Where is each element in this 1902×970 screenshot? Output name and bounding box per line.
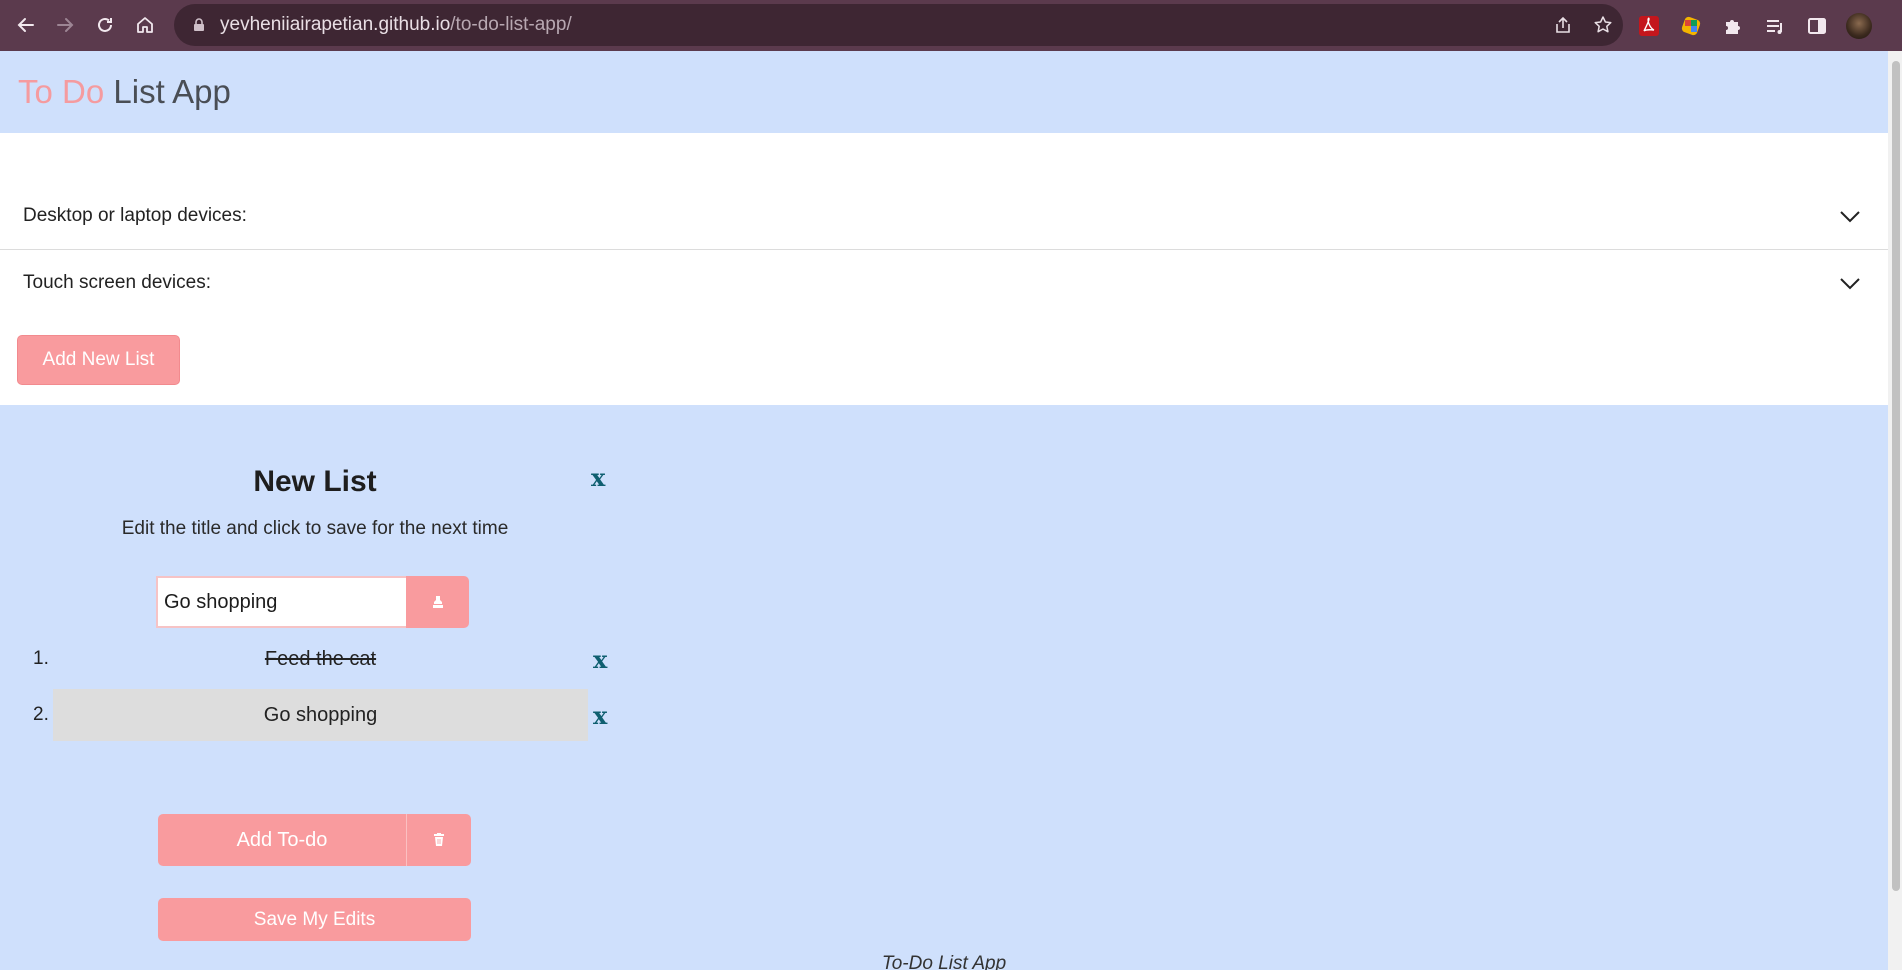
accordion-desktop[interactable]: Desktop or laptop devices: bbox=[0, 183, 1888, 250]
url-text: yevheniiairapetian.github.io/to-do-list-… bbox=[220, 14, 572, 36]
todo-actions: Add To-do bbox=[158, 814, 471, 866]
color-extension-icon[interactable] bbox=[1678, 13, 1704, 39]
accordion-label: Desktop or laptop devices: bbox=[23, 205, 247, 226]
extensions-bar bbox=[1636, 0, 1872, 51]
reload-button[interactable] bbox=[90, 10, 120, 40]
todo-number: 1. bbox=[33, 648, 49, 669]
stamp-icon bbox=[432, 596, 443, 608]
add-todo-button[interactable]: Add To-do bbox=[158, 814, 407, 866]
todo-text-done[interactable]: Feed the cat bbox=[53, 633, 588, 685]
add-new-list-button[interactable]: Add New List bbox=[17, 335, 180, 385]
lock-icon bbox=[194, 18, 204, 31]
save-title-button[interactable] bbox=[406, 576, 469, 628]
trash-icon bbox=[434, 833, 444, 846]
puzzle-icon[interactable] bbox=[1720, 13, 1746, 39]
delete-todo-button[interactable]: x bbox=[593, 701, 607, 730]
star-icon[interactable] bbox=[1593, 15, 1613, 35]
share-icon[interactable] bbox=[1553, 15, 1573, 35]
profile-avatar[interactable] bbox=[1846, 12, 1872, 39]
app-title-rest: List App bbox=[104, 73, 231, 110]
close-list-button[interactable]: x bbox=[591, 463, 605, 492]
browser-toolbar: yevheniiairapetian.github.io/to-do-list-… bbox=[0, 0, 1902, 51]
app-header: To Do List App bbox=[0, 51, 1888, 133]
back-button[interactable] bbox=[11, 10, 41, 40]
delete-list-button[interactable] bbox=[407, 814, 471, 866]
save-edits-button[interactable]: Save My Edits bbox=[158, 898, 471, 941]
list-subtitle: Edit the title and click to save for the… bbox=[121, 518, 509, 539]
todo-label: Feed the cat bbox=[264, 647, 377, 670]
pdf-extension-icon[interactable] bbox=[1636, 13, 1662, 39]
chevron-down-icon bbox=[1840, 278, 1860, 290]
todo-list: 1. Feed the cat x 2. Go shopping x bbox=[25, 633, 615, 745]
arrow-left-icon bbox=[17, 18, 34, 32]
address-bar[interactable]: yevheniiairapetian.github.io/to-do-list-… bbox=[174, 4, 1623, 46]
delete-todo-button[interactable]: x bbox=[593, 645, 607, 674]
instructions-accordion: Desktop or laptop devices: Touch screen … bbox=[0, 183, 1888, 316]
lists-section: New List x Edit the title and click to s… bbox=[0, 405, 1888, 970]
todo-number: 2. bbox=[33, 704, 49, 725]
scrollbar[interactable] bbox=[1888, 51, 1902, 970]
reload-icon bbox=[98, 17, 112, 32]
arrow-right-icon bbox=[57, 18, 74, 32]
list-title-input[interactable] bbox=[156, 576, 406, 628]
scrollbar-thumb[interactable] bbox=[1892, 61, 1900, 891]
forward-button[interactable] bbox=[50, 10, 80, 40]
app-title: To Do List App bbox=[18, 73, 231, 111]
reading-list-icon[interactable] bbox=[1762, 13, 1788, 39]
todo-item: 2. Go shopping x bbox=[25, 689, 615, 745]
todo-list-card: New List x Edit the title and click to s… bbox=[25, 405, 625, 970]
accordion-label: Touch screen devices: bbox=[23, 272, 211, 293]
accordion-touch[interactable]: Touch screen devices: bbox=[0, 250, 1888, 316]
title-input-group bbox=[156, 576, 469, 628]
url-host: yevheniiairapetian.github.io bbox=[220, 14, 451, 35]
todo-label: Go shopping bbox=[263, 703, 378, 726]
app-title-accent: To Do bbox=[18, 73, 105, 110]
todo-text[interactable]: Go shopping bbox=[53, 689, 588, 741]
chevron-down-icon bbox=[1840, 211, 1860, 223]
home-icon bbox=[137, 17, 153, 33]
page-viewport: To Do List App Desktop or laptop devices… bbox=[0, 51, 1902, 970]
home-button[interactable] bbox=[130, 10, 160, 40]
footer-text: To-Do List App bbox=[881, 953, 1007, 970]
url-path: /to-do-list-app/ bbox=[450, 14, 572, 35]
side-panel-icon[interactable] bbox=[1804, 13, 1830, 39]
list-title: New List bbox=[253, 465, 377, 498]
todo-item: 1. Feed the cat x bbox=[25, 633, 615, 689]
